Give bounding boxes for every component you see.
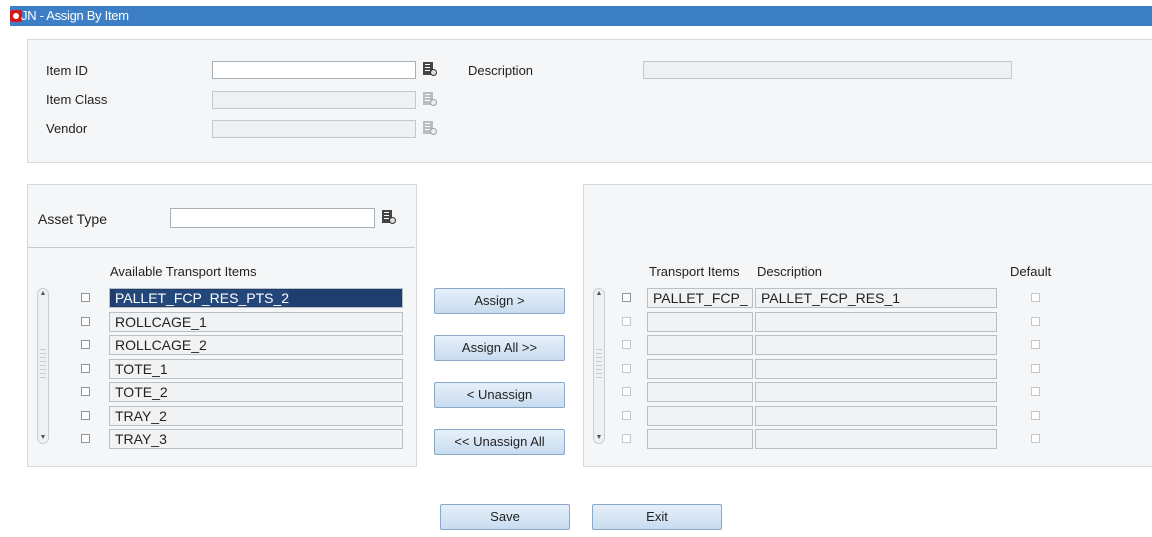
available-item-label: ROLLCAGE_2 [115,337,207,353]
item-class-lov-icon[interactable] [421,91,438,108]
asset-type-lov-icon[interactable] [380,209,397,226]
assigned-description-cell[interactable] [755,406,997,426]
assigned-item-cell[interactable]: PALLET_FCP_ [647,288,753,308]
item-id-field[interactable] [212,61,416,79]
scroll-grip[interactable] [596,349,602,379]
col-transport-items: Transport Items [649,264,740,279]
default-checkbox[interactable] [1031,364,1040,373]
assigned-item-cell[interactable] [647,335,753,355]
available-item-row[interactable]: TOTE_1 [109,359,403,379]
available-item-row[interactable]: PALLET_FCP_RES_PTS_2 [109,288,403,308]
available-item-label: TRAY_3 [115,431,167,447]
unassign-all-button[interactable]: << Unassign All [434,429,565,455]
description-label: Description [468,63,534,78]
default-checkbox[interactable] [1031,411,1040,420]
assigned-item-checkbox[interactable] [622,387,631,396]
asset-type-label: Asset Type [38,211,108,227]
default-checkbox[interactable] [1031,317,1040,326]
item-panel [27,39,1152,163]
available-item-row[interactable]: TRAY_2 [109,406,403,426]
default-checkbox[interactable] [1031,387,1040,396]
assigned-item-checkbox[interactable] [622,293,631,302]
item-id-lov-icon[interactable] [421,61,438,78]
exit-button[interactable]: Exit [592,504,722,530]
available-item-checkbox[interactable] [81,340,90,349]
left-scrollbar[interactable]: ▲ ▼ [37,288,49,444]
assigned-description-cell[interactable] [755,359,997,379]
assigned-description-cell[interactable]: PALLET_FCP_RES_1 [755,288,997,308]
divider [28,247,415,248]
assign-all-button[interactable]: Assign All >> [434,335,565,361]
item-class-field[interactable] [212,91,416,109]
available-item-row[interactable]: TRAY_3 [109,429,403,449]
scroll-down-icon[interactable]: ▼ [39,433,47,443]
assigned-description-cell[interactable] [755,382,997,402]
save-button[interactable]: Save [440,504,570,530]
available-item-checkbox[interactable] [81,293,90,302]
assigned-item-cell[interactable] [647,429,753,449]
available-item-label: PALLET_FCP_RES_PTS_2 [115,290,290,306]
available-item-label: TOTE_1 [115,361,168,377]
assigned-item-checkbox[interactable] [622,434,631,443]
default-checkbox[interactable] [1031,434,1040,443]
default-checkbox[interactable] [1031,293,1040,302]
assigned-item-checkbox[interactable] [622,317,631,326]
default-checkbox[interactable] [1031,340,1040,349]
available-item-checkbox[interactable] [81,317,90,326]
unassign-button[interactable]: < Unassign [434,382,565,408]
asset-type-field[interactable] [170,208,375,228]
vendor-lov-icon[interactable] [421,120,438,137]
col-description: Description [757,264,823,279]
assigned-item-checkbox[interactable] [622,411,631,420]
right-scrollbar[interactable]: ▲ ▼ [593,288,605,444]
item-id-label: Item ID [46,63,88,78]
assigned-description-cell[interactable] [755,429,997,449]
assigned-item-checkbox[interactable] [622,364,631,373]
title-bar: JN - Assign By Item [10,6,1152,26]
assigned-item-checkbox[interactable] [622,340,631,349]
assign-button[interactable]: Assign > [434,288,565,314]
vendor-label: Vendor [46,121,88,136]
scroll-down-icon[interactable]: ▼ [595,433,603,443]
available-item-checkbox[interactable] [81,387,90,396]
assigned-item-cell[interactable] [647,312,753,332]
assigned-description-cell[interactable] [755,335,997,355]
col-default: Default [1010,264,1052,279]
item-class-label: Item Class [46,92,108,107]
available-item-checkbox[interactable] [81,434,90,443]
available-items-header: Available Transport Items [110,264,257,279]
window-title: JN - Assign By Item [21,8,129,23]
available-item-label: ROLLCAGE_1 [115,314,207,330]
available-item-row[interactable]: ROLLCAGE_1 [109,312,403,332]
available-item-checkbox[interactable] [81,364,90,373]
assigned-item-cell[interactable] [647,382,753,402]
description-field [643,61,1012,79]
scroll-up-icon[interactable]: ▲ [39,289,47,299]
assigned-description-cell[interactable] [755,312,997,332]
available-item-label: TOTE_2 [115,384,168,400]
assigned-item-cell[interactable] [647,406,753,426]
available-item-checkbox[interactable] [81,411,90,420]
scroll-up-icon[interactable]: ▲ [595,289,603,299]
vendor-field[interactable] [212,120,416,138]
available-item-row[interactable]: ROLLCAGE_2 [109,335,403,355]
scroll-grip[interactable] [40,349,46,379]
available-item-row[interactable]: TOTE_2 [109,382,403,402]
assigned-item-cell[interactable] [647,359,753,379]
available-item-label: TRAY_2 [115,408,167,424]
